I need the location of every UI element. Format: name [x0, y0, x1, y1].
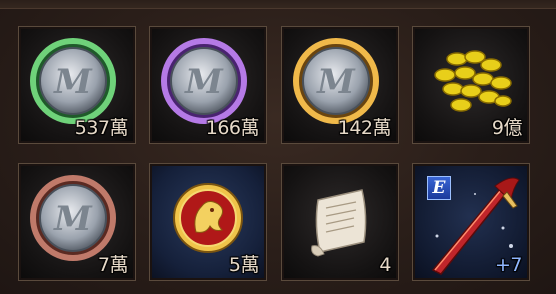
svg-text:M: M	[53, 199, 93, 239]
slot-quantity: 537萬	[74, 117, 129, 139]
slot-quantity: 5萬	[228, 254, 260, 276]
slot-quantity: 9億	[491, 117, 523, 139]
svg-text:M: M	[184, 62, 224, 102]
slot-quantity: 4	[379, 254, 391, 276]
inventory-slot-purple-medal[interactable]: M 166萬	[149, 26, 267, 144]
slot-quantity: 7萬	[97, 254, 129, 276]
inventory-slot-scroll[interactable]: 4	[281, 163, 399, 281]
inventory-slot-red-medal[interactable]: M 7萬	[18, 163, 136, 281]
svg-text:M: M	[316, 62, 356, 102]
inventory-slot-gold-medal[interactable]: M 142萬	[281, 26, 399, 144]
inventory-slot-green-medal[interactable]: M 537萬	[18, 26, 136, 144]
enchant-badge: E	[427, 176, 451, 200]
inventory-slot-gold-coins[interactable]: 9億	[412, 26, 530, 144]
slot-quantity: 142萬	[337, 117, 392, 139]
slot-enhance-level: +7	[494, 254, 523, 276]
panel-top-border	[0, 0, 556, 9]
inventory-slot-lion-emblem[interactable]: 5萬	[149, 163, 267, 281]
slot-quantity: 166萬	[205, 117, 260, 139]
svg-text:M: M	[53, 62, 93, 102]
inventory-slot-red-sword[interactable]: E +7	[412, 163, 530, 281]
